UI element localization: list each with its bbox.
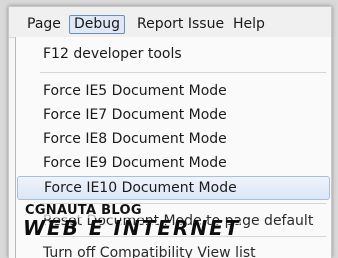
menu-debug[interactable]: Debug bbox=[69, 15, 126, 34]
menu-item-label: Force IE8 Document Mode bbox=[43, 131, 227, 147]
menu-item-label: Force IE5 Document Mode bbox=[43, 83, 227, 99]
menu-bar: Page Debug Report Issue Help bbox=[9, 7, 331, 38]
watermark-logo: CGNAUTA BLOG WEB E INTERNET bbox=[23, 204, 238, 244]
menu-item-force-ie7[interactable]: Force IE7 Document Mode bbox=[16, 103, 331, 127]
watermark-title: WEB E INTERNET bbox=[23, 216, 241, 240]
menu-item-force-ie8[interactable]: Force IE8 Document Mode bbox=[16, 127, 331, 151]
menu-item-force-ie5[interactable]: Force IE5 Document Mode bbox=[16, 79, 331, 103]
menu-item-label: Force IE10 Document Mode bbox=[44, 180, 237, 196]
menu-separator bbox=[40, 72, 326, 73]
menu-report-issue[interactable]: Report Issue bbox=[133, 16, 228, 33]
menu-item-label: F12 developer tools bbox=[43, 46, 182, 62]
menu-item-f12-developer-tools[interactable]: F12 developer tools bbox=[16, 42, 331, 66]
menu-page[interactable]: Page bbox=[23, 16, 65, 33]
menu-help[interactable]: Help bbox=[229, 16, 269, 33]
menu-item-label: Force IE9 Document Mode bbox=[43, 155, 227, 171]
browser-window: Page Debug Report Issue Help F12 develop… bbox=[8, 6, 332, 258]
menu-item-force-ie10[interactable]: Force IE10 Document Mode bbox=[17, 176, 330, 200]
menu-item-force-ie9[interactable]: Force IE9 Document Mode bbox=[16, 151, 331, 175]
menu-item-label: Force IE7 Document Mode bbox=[43, 107, 227, 123]
